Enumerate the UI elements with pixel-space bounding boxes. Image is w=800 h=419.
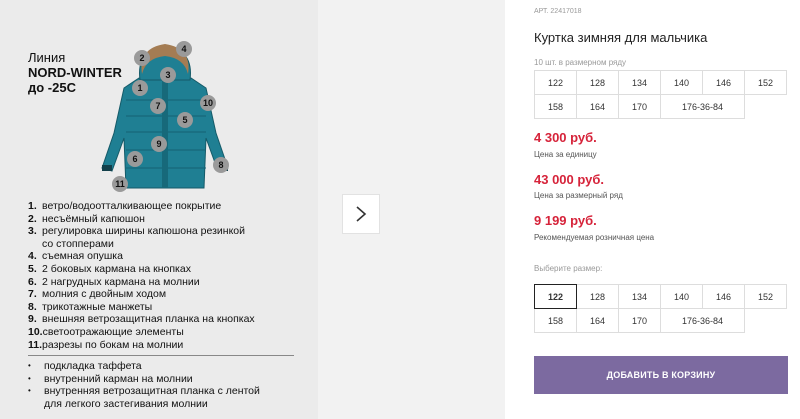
size-option-146[interactable]: 146 xyxy=(702,284,745,309)
size-row-cell: 146 xyxy=(702,70,745,95)
size-option-128[interactable]: 128 xyxy=(576,284,619,309)
marker-4: 4 xyxy=(176,41,192,57)
bullet-item: • внутренний карман на молнии xyxy=(28,372,193,385)
marker-5: 5 xyxy=(177,112,193,128)
size-option-152[interactable]: 152 xyxy=(744,284,787,309)
size-row-table: 122 128 134 140 146 152 158 164 170 176-… xyxy=(534,70,788,119)
size-option-164[interactable]: 164 xyxy=(576,308,619,333)
jacket-illustration xyxy=(101,44,229,189)
feature-divider xyxy=(28,355,294,356)
marker-3: 3 xyxy=(160,67,176,83)
feature-item: 5. 2 боковых кармана на кнопках xyxy=(28,262,191,275)
feature-item: 4. съемная опушка xyxy=(28,250,123,263)
bullet-item: • внутренняя ветрозащитная планка с ленто… xyxy=(28,385,260,398)
feature-item: 11. разрезы по бокам на молнии xyxy=(28,338,184,351)
feature-item: 3. регулировка ширины капюшона резинкой xyxy=(28,225,246,238)
size-row-cell: 134 xyxy=(618,70,661,95)
size-row-cell: 170 xyxy=(618,94,661,119)
feature-item-continuation: со стопперами xyxy=(42,237,114,250)
size-row-cell: 164 xyxy=(576,94,619,119)
marker-7: 7 xyxy=(150,98,166,114)
marker-10: 10 xyxy=(200,95,216,111)
size-option-122[interactable]: 122 xyxy=(534,284,577,309)
size-row-note: 10 шт. в размерном ряду xyxy=(534,58,627,67)
feature-item: 7. молния с двойным ходом xyxy=(28,288,167,301)
bullet-list: • подкладка таффета • внутренний карман на… xyxy=(28,360,308,410)
marker-8: 8 xyxy=(213,157,229,173)
marker-9: 9 xyxy=(151,136,167,152)
retail-price: 9 199 руб. xyxy=(534,213,597,228)
size-row-cell: 176-36-84 xyxy=(660,94,745,119)
choose-size-label: Выберите размер: xyxy=(534,264,603,273)
size-option-170[interactable]: 170 xyxy=(618,308,661,333)
marker-2: 2 xyxy=(134,50,150,66)
size-selector: 122 128 134 140 146 152 158 164 170 176-… xyxy=(534,284,788,333)
marker-6: 6 xyxy=(127,151,143,167)
feature-list: 1. ветро/водоотталкивающее покрытие 2. нес… xyxy=(28,200,298,351)
feature-item: 2. несъёмный капюшон xyxy=(28,212,145,225)
bullet-item-continuation: для легкого застегивания молнии xyxy=(44,397,208,410)
size-row-cell: 140 xyxy=(660,70,703,95)
size-row-cell: 128 xyxy=(576,70,619,95)
feature-item: 9. внешняя ветрозащитная планка на кнопка… xyxy=(28,313,255,326)
size-row-cell: 152 xyxy=(744,70,787,95)
article-number: АРТ. 22417018 xyxy=(534,8,582,15)
next-image-button[interactable] xyxy=(342,194,380,234)
retail-price-label: Рекомендуемая розничная цена xyxy=(534,233,655,242)
bullet-icon: • xyxy=(28,373,31,383)
feature-item: 1. ветро/водоотталкивающее покрытие xyxy=(28,200,222,212)
size-option-140[interactable]: 140 xyxy=(660,284,703,309)
feature-item: 10. светоотражающие элементы xyxy=(28,325,184,338)
feature-item: 6. 2 нагрудных кармана на молнии xyxy=(28,275,200,288)
add-to-cart-button[interactable]: ДОБАВИТЬ В КОРЗИНУ xyxy=(534,356,788,394)
product-title: Куртка зимняя для мальчика xyxy=(534,30,708,45)
unit-price: 4 300 руб. xyxy=(534,130,597,145)
size-row-cell: 158 xyxy=(534,94,577,119)
chevron-right-icon xyxy=(356,206,367,222)
unit-price-label: Цена за единицу xyxy=(534,150,597,159)
product-image-panel: Линия NORD-WINTER до -25С 2 4 3 1 7 10 5… xyxy=(0,0,318,419)
marker-1: 1 xyxy=(132,80,148,96)
feature-item: 8. трикотажные манжеты xyxy=(28,300,153,313)
bullet-icon: • xyxy=(28,361,31,370)
size-row-price: 43 000 руб. xyxy=(534,172,605,187)
marker-11: 11 xyxy=(112,176,128,192)
size-row-price-label: Цена за размерный ряд xyxy=(534,191,623,200)
size-option-134[interactable]: 134 xyxy=(618,284,661,309)
size-row-cell: 122 xyxy=(534,70,577,95)
size-option-176-36-84[interactable]: 176-36-84 xyxy=(660,308,745,333)
bullet-item: • подкладка таффета xyxy=(28,360,142,372)
bullet-icon: • xyxy=(28,386,31,396)
size-option-158[interactable]: 158 xyxy=(534,308,577,333)
